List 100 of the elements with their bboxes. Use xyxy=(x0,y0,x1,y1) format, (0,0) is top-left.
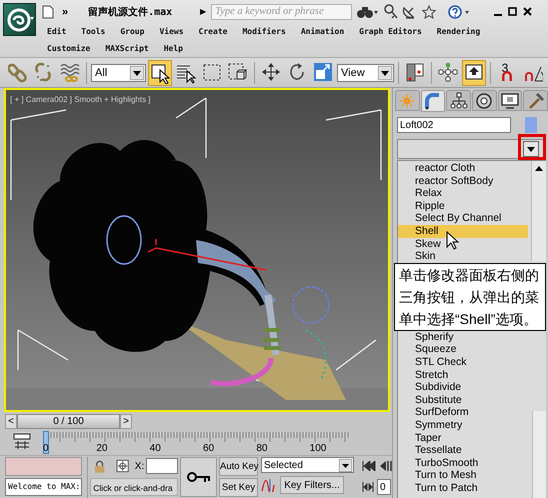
app-menu-button[interactable] xyxy=(3,3,36,36)
wave-chain-icon xyxy=(60,62,80,84)
list-item[interactable]: Select By Channel xyxy=(398,212,528,225)
hierarchy-icon xyxy=(450,92,468,110)
list-item[interactable]: Taper xyxy=(398,432,528,444)
menu-item[interactable]: Help xyxy=(164,44,183,53)
tick-label: 80 xyxy=(256,443,268,455)
menu-item[interactable]: Views xyxy=(159,27,184,36)
previous-frame-button[interactable]: < xyxy=(5,414,17,428)
help-icon xyxy=(448,4,470,18)
list-item[interactable]: Spherify xyxy=(398,330,528,344)
lock-icon xyxy=(94,460,106,472)
move-arrows-icon xyxy=(261,62,281,84)
overflow-button[interactable]: » xyxy=(62,6,68,18)
shortcut-toggle-button[interactable] xyxy=(462,60,486,86)
scale-icon xyxy=(313,62,333,84)
list-item[interactable]: TurboSmooth xyxy=(398,456,528,470)
menu-item[interactable]: Group xyxy=(120,27,144,36)
menu-item[interactable]: Rendering xyxy=(436,27,480,36)
set-key-mode-button[interactable] xyxy=(180,457,217,497)
satellite-dish-icon xyxy=(402,4,416,19)
modifier-dropdown[interactable] xyxy=(397,139,545,159)
window-title: 留声机源文件.max xyxy=(88,6,174,18)
coordinate-label: X: xyxy=(134,460,144,472)
cursor-square-icon xyxy=(150,62,170,84)
x-coordinate-field[interactable] xyxy=(146,458,178,474)
list-item[interactable]: STL Check xyxy=(398,356,528,369)
tick-label: 20 xyxy=(96,443,108,455)
list-item[interactable]: SurfDeform xyxy=(398,406,528,419)
pivot-panels-icon xyxy=(405,62,425,84)
caret-icon xyxy=(130,66,144,80)
coordinate-dropdown[interactable]: View xyxy=(337,64,394,82)
list-item[interactable]: Squeeze xyxy=(398,343,528,356)
dashed-square-icon xyxy=(202,62,222,84)
menu-item[interactable]: Edit xyxy=(47,27,66,36)
menu-item[interactable]: Modifiers xyxy=(242,27,286,36)
list-item[interactable]: Shell xyxy=(398,224,528,238)
set-key-button[interactable]: Set Key xyxy=(219,478,258,497)
crosshair-icon xyxy=(116,459,129,473)
maximize-icon xyxy=(508,7,518,16)
minimize-icon xyxy=(494,14,502,16)
list-item[interactable]: Ripple xyxy=(398,200,528,212)
disc-icon xyxy=(475,92,494,110)
caret-icon xyxy=(378,66,392,80)
list-item[interactable]: Subdivide xyxy=(398,381,528,394)
viewport-label[interactable]: [ + ] Camera002 ] Smooth + Highlights ] xyxy=(10,95,151,104)
tick-label: 100 xyxy=(310,443,328,455)
list-item[interactable]: Skin xyxy=(398,250,528,263)
document-icon xyxy=(42,4,54,18)
hammer-icon xyxy=(526,92,545,110)
tick-label: 0 xyxy=(43,443,50,455)
select-button[interactable] xyxy=(148,60,172,86)
menu-item[interactable]: Customize xyxy=(47,44,90,53)
up-arrow-icon xyxy=(535,166,543,171)
current-frame-field[interactable]: 0 xyxy=(377,479,391,495)
list-item[interactable]: Skew xyxy=(398,238,528,250)
viewport[interactable]: [ + ] Camera002 ] Smooth + Highlights ] xyxy=(4,88,390,412)
magnet-icon xyxy=(502,70,512,80)
auto-key-button[interactable]: Auto Key xyxy=(219,457,258,476)
list-item[interactable]: reactor Cloth xyxy=(398,162,528,175)
panel-tab[interactable] xyxy=(446,90,472,111)
menu-item[interactable]: Graph Editors xyxy=(359,27,422,36)
object-color-swatch[interactable] xyxy=(525,117,537,133)
close-icon xyxy=(523,7,532,16)
key-filters-button[interactable]: Key Filters... xyxy=(280,476,344,494)
object-name-field[interactable]: Loft002 xyxy=(397,117,511,133)
list-item[interactable]: reactor SoftBody xyxy=(398,174,528,188)
panel-tab[interactable] xyxy=(472,90,497,111)
binoculars-icon xyxy=(356,4,378,18)
list-item[interactable]: Relax xyxy=(398,187,528,200)
expand-arrow[interactable]: ▶ xyxy=(200,7,206,16)
snap-button[interactable]: 3 xyxy=(495,60,519,86)
key-mode-dropdown[interactable]: Selected xyxy=(261,457,354,473)
caret-icon xyxy=(527,146,535,152)
list-item[interactable]: Symmetry xyxy=(398,418,528,432)
list-item[interactable]: Turn to Patch xyxy=(398,482,528,494)
frame-marker[interactable] xyxy=(43,431,49,454)
menu-item[interactable]: MAXScript xyxy=(105,44,149,53)
selection-filter-dropdown[interactable]: All xyxy=(91,64,146,82)
panel-tab[interactable] xyxy=(498,90,522,111)
tick-label: 40 xyxy=(150,443,162,455)
menu-item[interactable]: Create xyxy=(198,27,228,36)
menu-item[interactable]: Animation xyxy=(300,27,344,36)
list-item[interactable]: Tessellate xyxy=(398,444,528,457)
next-frame-button[interactable]: > xyxy=(120,414,132,428)
chain-icon xyxy=(8,62,28,84)
time-slider[interactable]: 0 / 100 xyxy=(17,414,120,428)
menu-item[interactable]: Tools xyxy=(81,27,106,36)
list-item[interactable]: Substitute xyxy=(398,394,528,406)
caret-icon xyxy=(339,458,352,472)
sun-icon xyxy=(398,92,416,110)
scrollbar-thumb[interactable] xyxy=(532,411,546,498)
listener-field[interactable]: Welcome to MAX: xyxy=(5,478,82,496)
list-item[interactable]: Turn to Mesh xyxy=(398,469,528,482)
scrollbar[interactable] xyxy=(531,161,546,261)
key-mode-toggle-icon xyxy=(362,482,374,492)
list-item[interactable]: Stretch xyxy=(398,368,528,382)
dropdown-button[interactable] xyxy=(523,141,539,157)
previous-key-icon xyxy=(380,461,392,471)
search-field[interactable]: Type a keyword or phrase xyxy=(211,4,352,20)
